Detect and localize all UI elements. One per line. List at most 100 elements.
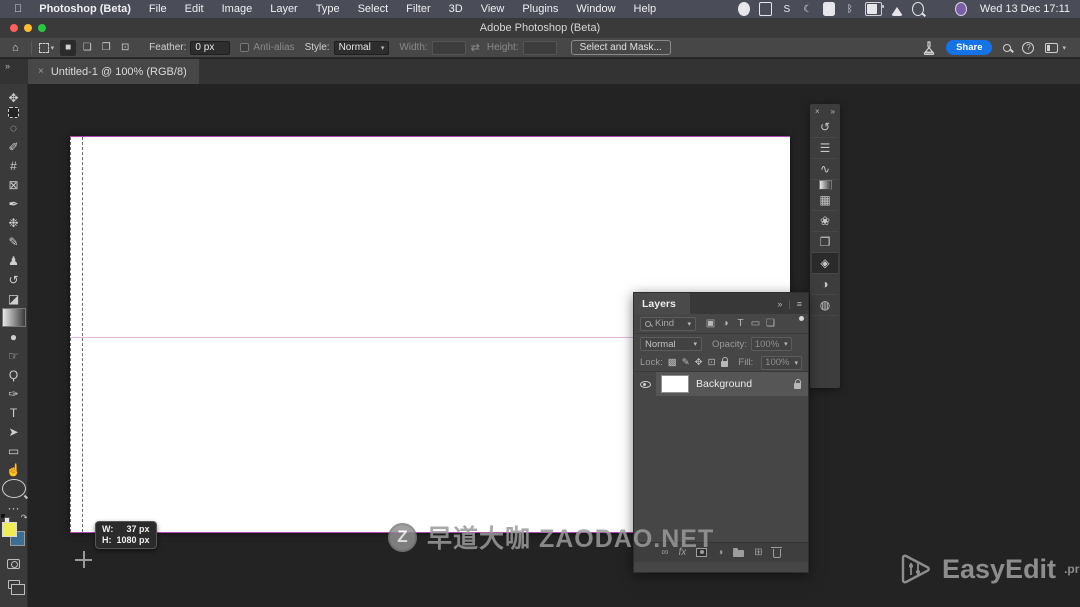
color-panel-icon[interactable]: ❀ bbox=[812, 211, 838, 232]
battery-icon[interactable] bbox=[864, 2, 884, 16]
path-selection-tool[interactable]: ➤ bbox=[2, 422, 26, 441]
current-tool-button[interactable]: ▾ bbox=[38, 42, 54, 53]
delete-layer-icon[interactable] bbox=[771, 546, 783, 558]
pen-tool[interactable]: ✑ bbox=[2, 384, 26, 403]
s-status-icon[interactable]: S bbox=[781, 2, 793, 16]
lasso-tool[interactable]: ◌ bbox=[2, 118, 26, 137]
crop-tool[interactable]: # bbox=[2, 156, 26, 175]
filter-toggle-icon[interactable] bbox=[799, 316, 804, 321]
display-icon[interactable] bbox=[758, 2, 772, 16]
move-tool[interactable]: ✥ bbox=[2, 88, 26, 107]
filter-smart-objects-icon[interactable]: ❏ bbox=[764, 318, 777, 329]
foreground-color-swatch[interactable] bbox=[1, 522, 17, 537]
filter-pixel-layers-icon[interactable]: ▣ bbox=[704, 318, 717, 329]
menu-file[interactable]: File bbox=[140, 0, 176, 18]
share-button[interactable]: Share bbox=[946, 40, 993, 55]
antialias-checkbox[interactable] bbox=[240, 43, 250, 52]
height-input[interactable] bbox=[522, 40, 557, 55]
filter-shape-layers-icon[interactable]: ▭ bbox=[749, 318, 762, 329]
menu-window[interactable]: Window bbox=[567, 0, 624, 18]
close-dock-icon[interactable]: × bbox=[815, 107, 820, 116]
filter-adjustment-layers-icon[interactable]: ◑ bbox=[719, 318, 732, 329]
brush-tool[interactable]: ✎ bbox=[2, 232, 26, 251]
layer-lock-icon[interactable] bbox=[794, 378, 801, 389]
app-menu[interactable]: Photoshop (Beta) bbox=[30, 0, 140, 18]
swap-colors-icon[interactable]: ↷ bbox=[21, 513, 28, 522]
blur-tool[interactable]: ● bbox=[2, 327, 26, 346]
control-center-icon[interactable] bbox=[933, 2, 946, 16]
search-icon[interactable] bbox=[911, 2, 924, 16]
layer-filter-select[interactable]: Kind ▾ bbox=[640, 316, 696, 331]
bluetooth-icon[interactable]: ᛒ bbox=[844, 2, 856, 16]
input-source-icon[interactable]: A bbox=[822, 2, 835, 16]
default-colors-icon[interactable] bbox=[0, 514, 10, 523]
expand-dock-icon[interactable]: » bbox=[831, 107, 835, 116]
intersect-selection-mode[interactable]: ⊡ bbox=[117, 40, 133, 56]
location-circle-icon[interactable]: ➤ bbox=[737, 2, 750, 16]
menu-3d[interactable]: 3D bbox=[440, 0, 472, 18]
lock-all-icon[interactable] bbox=[720, 357, 728, 367]
menu-select[interactable]: Select bbox=[349, 0, 398, 18]
healing-brush-tool[interactable]: ❉ bbox=[2, 213, 26, 232]
menu-view[interactable]: View bbox=[472, 0, 514, 18]
swap-dimensions-icon[interactable]: ⇄ bbox=[466, 41, 485, 54]
close-window-button[interactable] bbox=[10, 24, 18, 32]
patterns-panel-icon[interactable]: ▦ bbox=[812, 190, 838, 211]
lock-image-pixels-icon[interactable]: ✎ bbox=[682, 357, 690, 368]
history-panel-icon[interactable]: ↺ bbox=[812, 117, 838, 138]
minimize-window-button[interactable] bbox=[24, 24, 32, 32]
feather-input[interactable]: 0 px bbox=[190, 40, 231, 55]
channels-panel-icon[interactable]: ◑ bbox=[812, 274, 838, 295]
assistant-circle-icon[interactable] bbox=[954, 2, 967, 16]
zoom-tool[interactable] bbox=[1, 479, 26, 498]
menu-image[interactable]: Image bbox=[213, 0, 262, 18]
menu-layer[interactable]: Layer bbox=[261, 0, 307, 18]
paths-panel-icon[interactable]: ◍ bbox=[812, 295, 838, 316]
help-icon[interactable]: ? bbox=[1022, 41, 1035, 54]
menu-plugins[interactable]: Plugins bbox=[513, 0, 567, 18]
layer-visibility-eye-icon[interactable] bbox=[639, 380, 651, 388]
close-tab-icon[interactable]: × bbox=[38, 66, 44, 77]
fill-input[interactable]: 100% ▾ bbox=[761, 355, 802, 370]
new-group-icon[interactable] bbox=[733, 548, 745, 557]
workspace-switcher[interactable]: ▾ bbox=[1045, 42, 1066, 53]
screen-mode-button[interactable] bbox=[2, 575, 26, 595]
beta-flask-icon[interactable] bbox=[923, 40, 935, 55]
smudge-tool[interactable]: ☞ bbox=[2, 346, 26, 365]
wifi-icon[interactable] bbox=[890, 2, 903, 16]
filter-type-layers-icon[interactable]: T bbox=[734, 318, 747, 329]
subtract-selection-mode[interactable]: ❐ bbox=[98, 40, 114, 56]
quick-mask-button[interactable] bbox=[2, 554, 26, 573]
select-and-mask-button[interactable]: Select and Mask... bbox=[570, 40, 671, 55]
new-adjustment-layer-icon[interactable]: ◑ bbox=[717, 547, 723, 558]
search-icon[interactable] bbox=[1003, 43, 1012, 52]
gradients-panel-icon[interactable] bbox=[818, 180, 832, 190]
type-tool[interactable]: T bbox=[2, 403, 26, 422]
home-icon[interactable]: ⌂ bbox=[0, 42, 24, 54]
menu-edit[interactable]: Edit bbox=[176, 0, 213, 18]
menu-filter[interactable]: Filter bbox=[397, 0, 439, 18]
frame-tool[interactable]: ⊠ bbox=[2, 175, 26, 194]
style-select[interactable]: Normal ▾ bbox=[333, 40, 390, 55]
add-selection-mode[interactable]: ❏ bbox=[79, 40, 95, 56]
properties-panel-icon[interactable]: ☰ bbox=[812, 138, 838, 159]
layer-thumbnail[interactable] bbox=[661, 375, 689, 393]
layers-panel-tab[interactable]: Layers bbox=[634, 293, 690, 314]
hand-tool[interactable]: ☝ bbox=[2, 460, 26, 479]
menu-help[interactable]: Help bbox=[625, 0, 666, 18]
paths-anchor-panel-icon[interactable]: ∿ bbox=[812, 159, 838, 180]
libraries-panel-icon[interactable]: ❐ bbox=[812, 232, 838, 253]
history-brush-tool[interactable]: ↺ bbox=[2, 270, 26, 289]
blend-mode-select[interactable]: Normal ▾ bbox=[640, 337, 702, 351]
lock-transparent-pixels-icon[interactable]: ▩ bbox=[668, 357, 677, 368]
panel-menu-icon[interactable]: ≡ bbox=[797, 299, 802, 309]
collapse-panel-icon[interactable]: » bbox=[777, 299, 782, 309]
clone-stamp-tool[interactable]: ♟ bbox=[2, 251, 26, 270]
rectangular-marquee-tool[interactable] bbox=[8, 107, 19, 118]
lock-position-icon[interactable]: ✥ bbox=[695, 357, 703, 368]
menu-type[interactable]: Type bbox=[307, 0, 349, 18]
dodge-tool[interactable]: Ϙ bbox=[2, 365, 26, 384]
layer-row-background[interactable]: Background bbox=[634, 372, 808, 396]
new-selection-mode[interactable]: ■ bbox=[60, 39, 77, 56]
panel-collapse-icon[interactable]: » bbox=[5, 61, 10, 71]
